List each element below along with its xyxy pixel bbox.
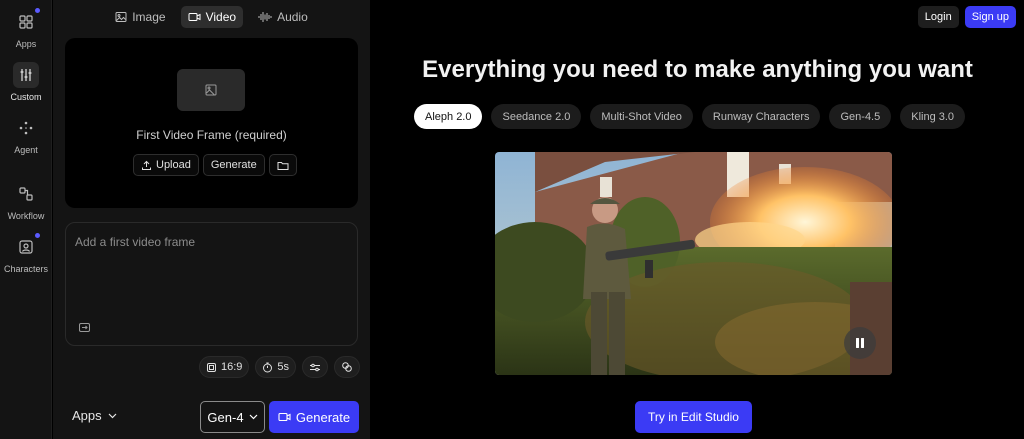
generate-button[interactable]: Generate [269, 401, 359, 433]
generate-frame-button[interactable]: Generate [202, 154, 265, 176]
signup-button[interactable]: Sign up [964, 6, 1016, 28]
rail-item-workflow[interactable]: Workflow [0, 181, 52, 221]
seed-chip[interactable] [334, 356, 360, 378]
tab-image[interactable]: Image [108, 6, 172, 28]
tab-audio[interactable]: Audio [251, 6, 315, 28]
aspect-ratio-value: 16:9 [220, 361, 243, 373]
model-pill-multishot[interactable]: Multi-Shot Video [590, 104, 693, 129]
waveform-icon [258, 12, 272, 22]
upload-icon [142, 160, 151, 170]
frame-actions: Upload Generate [133, 154, 297, 176]
model-pill-seedance[interactable]: Seedance 2.0 [491, 104, 582, 129]
model-select-value: Gen-4 [207, 409, 244, 425]
timer-icon [263, 362, 273, 372]
rail-item-characters[interactable]: Characters [0, 233, 52, 274]
apps-dropdown-label: Apps [72, 408, 102, 423]
model-pill-gen45[interactable]: Gen-4.5 [829, 104, 892, 129]
rail-item-custom[interactable]: Custom [0, 62, 52, 102]
rail-item-agent[interactable]: Agent [0, 115, 52, 155]
notification-dot [35, 233, 40, 238]
video-icon [188, 13, 201, 21]
workflow-icon [13, 181, 39, 207]
rail-label-apps: Apps [15, 39, 37, 49]
settings-row: 16:9 5s [198, 356, 360, 378]
sliders-icon [13, 62, 39, 88]
tab-audio-label: Audio [277, 10, 308, 24]
tab-image-label: Image [132, 10, 166, 24]
upload-button[interactable]: Upload [133, 154, 199, 176]
image-icon [115, 12, 127, 22]
login-button[interactable]: Login [917, 6, 959, 28]
folder-button[interactable] [268, 154, 297, 176]
advanced-settings-chip[interactable] [302, 356, 328, 378]
chevron-down-icon [108, 413, 117, 418]
model-pill-kling[interactable]: Kling 3.0 [900, 104, 966, 129]
link-icon [342, 362, 352, 372]
rail-label-agent: Agent [14, 145, 38, 155]
sparkle-dots-icon [13, 115, 39, 141]
generate-button-label: Generate [295, 409, 351, 425]
first-frame-dropzone[interactable]: First Video Frame (required) Upload Gene… [65, 38, 358, 208]
page-headline: Everything you need to make anything you… [422, 56, 973, 83]
model-pills: Aleph 2.0 Seedance 2.0 Multi-Shot Video … [414, 104, 966, 129]
rail-label-characters: Characters [3, 264, 48, 274]
aspect-ratio-chip[interactable]: 16:9 [198, 356, 250, 378]
notification-dot [35, 8, 40, 13]
left-rail: Apps Custom Agent Workflow Characters [0, 0, 52, 439]
frame-placeholder[interactable] [177, 69, 245, 111]
frame-title: First Video Frame (required) [136, 128, 287, 142]
settings-sliders-icon [310, 363, 320, 371]
model-pill-characters[interactable]: Runway Characters [701, 104, 821, 129]
duration-value: 5s [277, 361, 289, 373]
aspect-ratio-icon [206, 362, 216, 372]
video-icon [278, 412, 291, 422]
pause-icon [856, 338, 864, 348]
model-select[interactable]: Gen-4 [200, 401, 265, 433]
pause-button[interactable] [844, 327, 876, 359]
duration-chip[interactable]: 5s [255, 356, 296, 378]
tab-video-label: Video [205, 10, 237, 24]
top-bar: Login Sign up [917, 6, 1016, 28]
swap-frame-icon[interactable] [78, 321, 91, 339]
image-placeholder-icon [205, 84, 217, 96]
rail-label-custom: Custom [10, 92, 42, 102]
apps-dropdown[interactable]: Apps [72, 408, 117, 423]
generation-panel: Image Video Audio First Video Frame (req… [53, 0, 370, 439]
rail-label-workflow: Workflow [7, 211, 45, 221]
generate-frame-label: Generate [210, 159, 257, 171]
prompt-input[interactable]: Add a first video frame [65, 222, 358, 346]
mode-tabs: Image Video Audio [53, 6, 370, 28]
prompt-placeholder: Add a first video frame [75, 235, 196, 249]
rail-item-apps[interactable]: Apps [0, 8, 52, 49]
chevron-down-icon [249, 414, 257, 420]
model-pill-aleph[interactable]: Aleph 2.0 [414, 104, 483, 129]
upload-label: Upload [156, 159, 191, 171]
video-frame-image [495, 152, 892, 375]
tab-video[interactable]: Video [180, 6, 244, 28]
try-edit-studio-button[interactable]: Try in Edit Studio [635, 401, 752, 433]
folder-icon [277, 161, 289, 170]
character-icon [13, 233, 40, 260]
showcase-video[interactable] [495, 152, 892, 375]
grid-icon [13, 8, 40, 35]
